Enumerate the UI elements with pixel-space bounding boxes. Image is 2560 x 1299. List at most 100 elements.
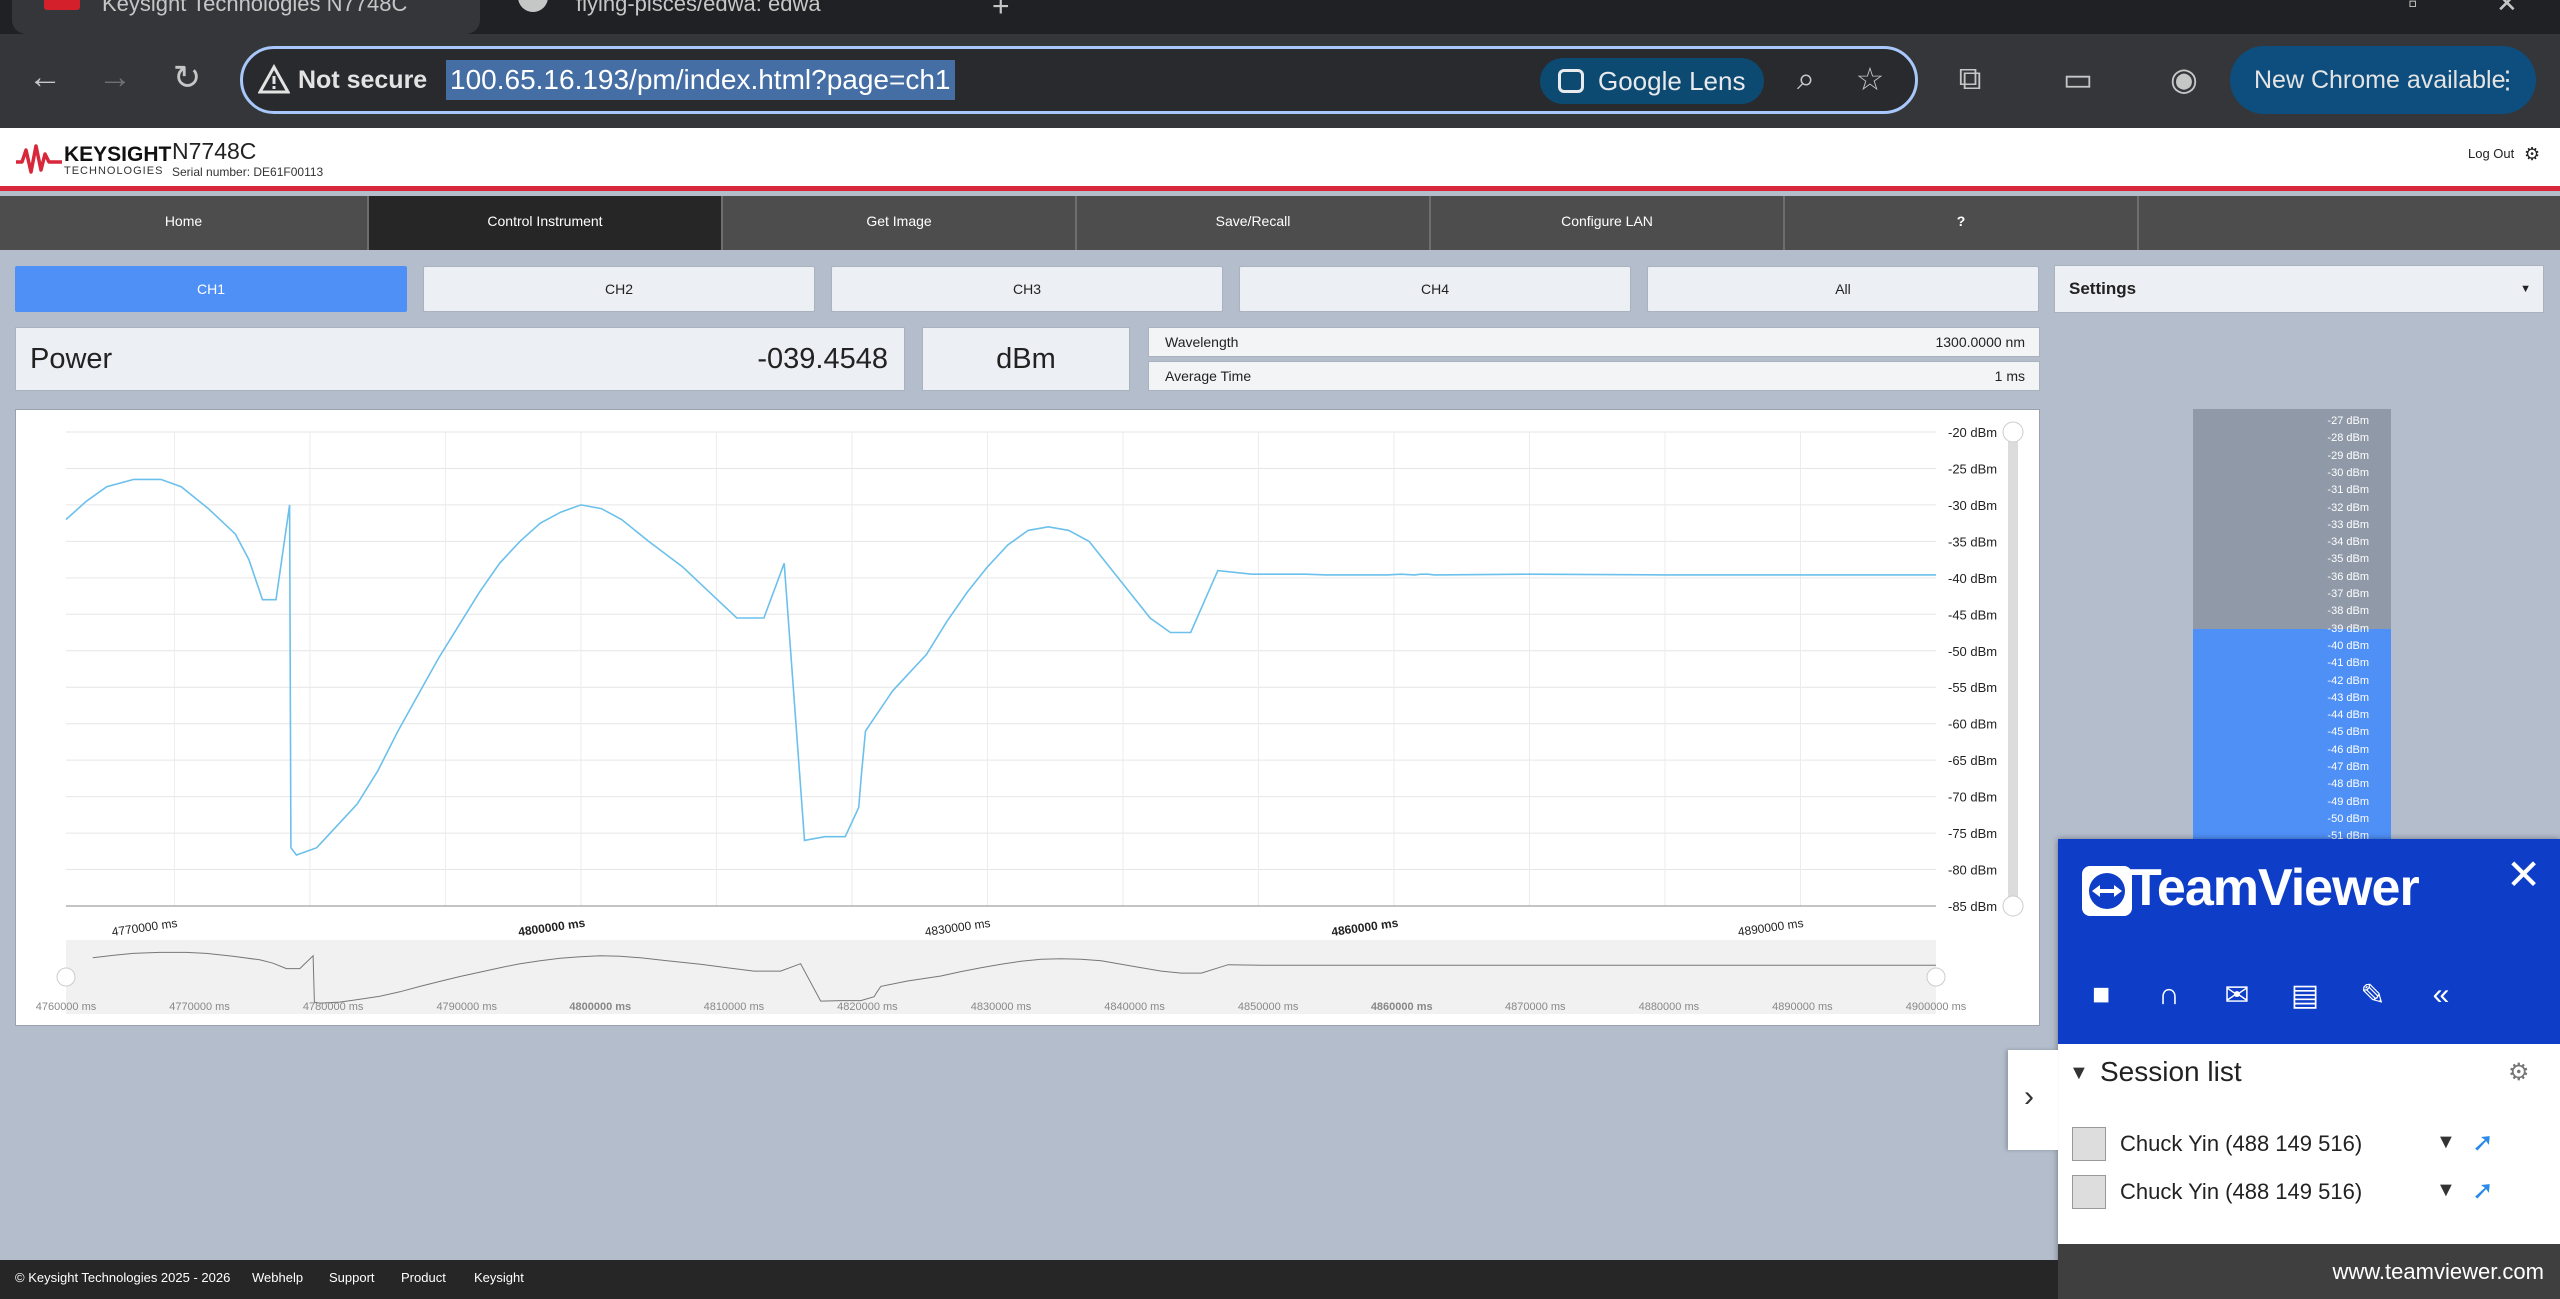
navigator-tick-label: 4870000 ms xyxy=(1505,1001,1566,1013)
footer-link-product[interactable]: Product xyxy=(401,1260,446,1296)
level-meter-scale: -27 dBm -28 dBm -29 dBm -30 dBm -31 dBm -32 d… xyxy=(2193,409,2391,841)
x-tick-label: 4860000 ms xyxy=(1330,916,1399,939)
power-chart[interactable]: -20 dBm -25 dBm -30 dBm -35 dBm -40 dBm -45 d… xyxy=(15,409,2040,1026)
nav-configure-lan[interactable]: Configure LAN xyxy=(1431,196,1785,250)
browser-tab[interactable]: flying-pisces/edwa: edwa ✕ xyxy=(486,0,956,34)
nav-save-recall[interactable]: Save/Recall xyxy=(1077,196,1431,250)
meter-scale-label: -31 dBm xyxy=(2327,484,2369,497)
cursor-icon[interactable]: ➚ xyxy=(2472,1127,2494,1158)
settings-dropdown[interactable]: Settings ▼ xyxy=(2054,265,2544,313)
footer-link-keysight[interactable]: Keysight xyxy=(474,1260,524,1296)
keysight-logo-icon xyxy=(16,144,62,174)
meter-scale-label: -48 dBm xyxy=(2327,778,2369,791)
gear-icon[interactable]: ⚙ xyxy=(2524,144,2540,165)
x-tick-label: 4770000 ms xyxy=(111,916,178,939)
headset-icon[interactable]: ∩ xyxy=(2146,978,2192,1012)
y-tick-label: -45 dBm xyxy=(1948,607,1997,622)
collapse-icon[interactable]: « xyxy=(2418,978,2464,1012)
cast-icon[interactable]: ▭ xyxy=(2056,60,2100,98)
y-tick-label: -70 dBm xyxy=(1948,790,1997,805)
power-unit: dBm xyxy=(996,343,1056,375)
y-scroll-handle-bottom xyxy=(2002,895,2024,917)
meter-scale-label: -44 dBm xyxy=(2327,709,2369,722)
url-text[interactable]: 100.65.16.193/pm/index.html?page=ch1 xyxy=(446,60,955,100)
more-menu-icon[interactable]: ⋮ xyxy=(2495,46,2520,114)
channel-button-ch2[interactable]: CH2 xyxy=(423,266,815,312)
serial-number: Serial number: DE61F00113 xyxy=(172,165,324,179)
channel-button-all[interactable]: All xyxy=(1647,266,2039,312)
bookmark-star-icon[interactable]: ☆ xyxy=(1848,60,1892,98)
footer-link-support[interactable]: Support xyxy=(329,1260,375,1296)
chevron-right-icon: › xyxy=(2024,1080,2034,1113)
collapse-triangle-icon[interactable]: ▼ xyxy=(2069,1062,2089,1085)
profile-icon[interactable]: ◉ xyxy=(2162,60,2206,98)
lens-icon xyxy=(1558,69,1584,93)
extensions-icon[interactable]: ⧉ xyxy=(1948,60,1992,98)
y-tick-label: -75 dBm xyxy=(1948,826,1997,841)
nav-get-image[interactable]: Get Image xyxy=(723,196,1077,250)
avatar xyxy=(2072,1175,2106,1209)
logout-link[interactable]: Log Out xyxy=(2468,146,2514,161)
nav-home[interactable]: Home xyxy=(0,196,369,250)
chat-icon[interactable]: ✉ xyxy=(2214,978,2260,1013)
nav-control-instrument[interactable]: Control Instrument xyxy=(369,196,723,250)
back-icon[interactable]: ← xyxy=(20,58,70,97)
github-favicon xyxy=(518,0,548,12)
power-chart-svg[interactable]: -20 dBm -25 dBm -30 dBm -35 dBm -40 dBm -45 d… xyxy=(16,410,2041,1027)
meter-scale-label: -37 dBm xyxy=(2327,588,2369,600)
reload-icon[interactable]: ↻ xyxy=(162,58,212,98)
zoom-icon[interactable]: ⌕ xyxy=(1784,60,1828,98)
browser-tab-active[interactable]: Keysight Technologies N7748C ⌄ xyxy=(12,0,480,34)
forward-icon[interactable]: → xyxy=(90,58,140,97)
meter-scale-label: -47 dBm xyxy=(2327,761,2369,773)
files-icon[interactable]: ▤ xyxy=(2282,978,2328,1013)
video-icon[interactable]: ■ xyxy=(2078,978,2124,1012)
teamviewer-footer-link[interactable]: www.teamviewer.com xyxy=(2058,1244,2560,1299)
channel-button-ch3[interactable]: CH3 xyxy=(831,266,1223,312)
y-tick-label: -50 dBm xyxy=(1948,644,1997,659)
y-tick-label: -85 dBm xyxy=(1948,899,1997,914)
power-label: Power xyxy=(30,343,113,375)
average-time-row[interactable]: Average Time 1 ms xyxy=(1148,361,2040,391)
wavelength-label: Wavelength xyxy=(1165,334,1239,350)
power-trace-line xyxy=(65,478,1936,856)
meter-scale-label: -41 dBm xyxy=(2327,657,2369,670)
y-tick-label: -30 dBm xyxy=(1948,498,1997,513)
not-secure-label[interactable]: Not secure xyxy=(298,66,427,95)
meter-scale-label: -43 dBm xyxy=(2327,691,2369,704)
new-chrome-button[interactable]: New Chrome available ⋮ xyxy=(2230,46,2536,114)
close-window-icon[interactable]: ✕ xyxy=(2496,0,2518,19)
channel-button-ch4[interactable]: CH4 xyxy=(1239,266,1631,312)
new-tab-icon[interactable]: + xyxy=(992,0,1010,24)
new-chrome-label: New Chrome available xyxy=(2254,66,2506,94)
dropdown-icon[interactable]: ▼ xyxy=(2436,1179,2456,1202)
navigator-tick-label: 4810000 ms xyxy=(704,1001,765,1013)
meter-scale-label: -36 dBm xyxy=(2327,570,2369,583)
keysight-favicon xyxy=(44,0,80,10)
google-lens-button[interactable]: Google Lens xyxy=(1540,58,1764,104)
close-icon[interactable]: ✕ xyxy=(2506,850,2541,899)
cursor-icon[interactable]: ➚ xyxy=(2472,1175,2494,1206)
wavelength-row[interactable]: Wavelength 1300.0000 nm xyxy=(1148,327,2040,357)
y-tick-label: -20 dBm xyxy=(1948,425,1997,440)
teamviewer-expand-tab[interactable]: › xyxy=(2008,1050,2058,1150)
app-header xyxy=(0,128,2560,191)
meter-scale-label: -50 dBm xyxy=(2327,812,2369,825)
meter-scale-label: -46 dBm xyxy=(2327,743,2369,756)
session-settings-icon[interactable]: ⚙ xyxy=(2508,1058,2530,1087)
channel-button-ch1[interactable]: CH1 xyxy=(15,266,407,312)
nav-help-icon[interactable]: ? xyxy=(1785,196,2139,250)
whiteboard-icon[interactable]: ✎ xyxy=(2350,978,2396,1013)
session-item[interactable]: Chuck Yin (488 149 516) ▼ ➚ xyxy=(2072,1173,2542,1213)
maximize-icon[interactable]: ▫ xyxy=(2408,0,2417,19)
session-item[interactable]: Chuck Yin (488 149 516) ▼ ➚ xyxy=(2072,1125,2542,1165)
navigator-tick-label: 4820000 ms xyxy=(837,1001,898,1013)
footer-link-webhelp[interactable]: Webhelp xyxy=(252,1260,303,1296)
meter-scale-label: -42 dBm xyxy=(2327,674,2369,687)
wavelength-value: 1300.0000 nm xyxy=(1935,334,2025,350)
meter-scale-label: -29 dBm xyxy=(2327,449,2369,462)
page-footer: © Keysight Technologies 2025 - 2026 Webh… xyxy=(0,1260,2058,1299)
meter-scale-label: -38 dBm xyxy=(2327,605,2369,618)
dropdown-icon[interactable]: ▼ xyxy=(2436,1131,2456,1154)
meter-scale-label: -40 dBm xyxy=(2327,639,2369,652)
